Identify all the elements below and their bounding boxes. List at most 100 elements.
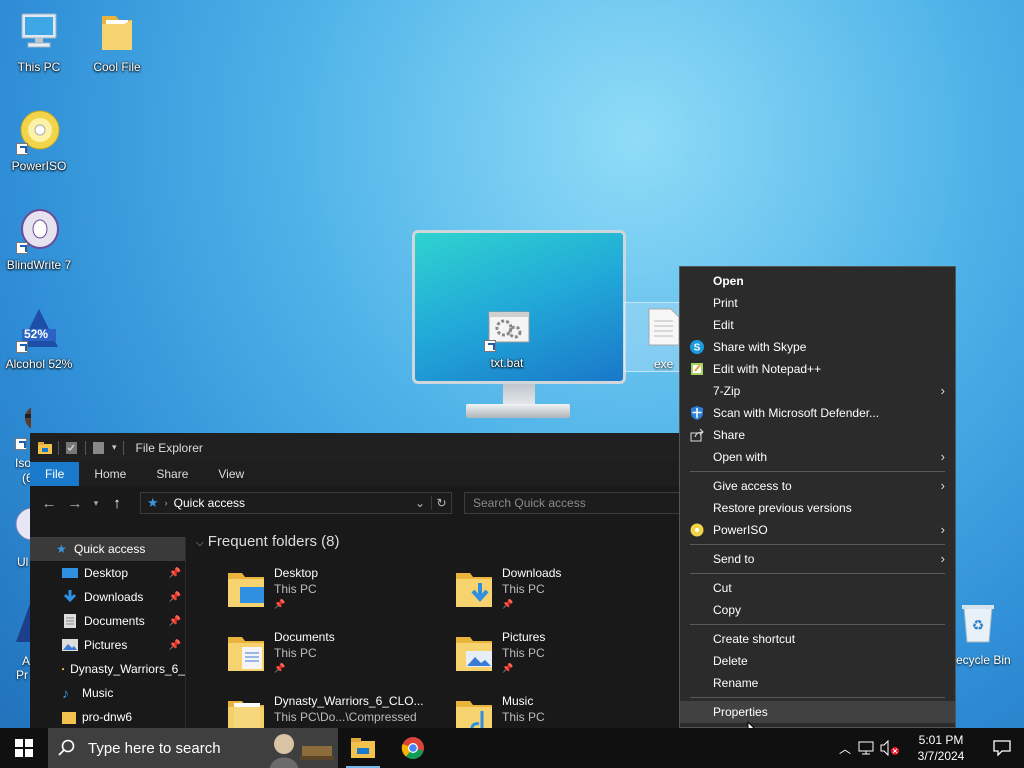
pin-icon[interactable]: 📌 (169, 616, 181, 627)
nav-item-desktop[interactable]: Desktop 📌 (30, 561, 185, 585)
nav-item-quick-access[interactable]: ★ Quick access (30, 537, 185, 561)
menu-item-rename[interactable]: Rename (680, 672, 955, 694)
folder-tile-downloads[interactable]: Downloads This PC 📌 (454, 565, 674, 623)
tab-file[interactable]: File (30, 462, 80, 486)
nav-item-pictures[interactable]: Pictures 📌 (30, 633, 185, 657)
volume-muted-icon[interactable] (878, 740, 902, 756)
start-button[interactable] (0, 728, 48, 768)
desktop-icon-this-pc[interactable]: This PC (1, 10, 77, 74)
title-bar[interactable]: ▾ File Explorer (30, 433, 680, 462)
desktop-icon-partial-1[interactable] (1, 404, 31, 450)
folder-location: This PC (274, 646, 317, 660)
menu-item-cut[interactable]: Cut (680, 577, 955, 599)
refresh-icon[interactable]: ↻ (431, 496, 451, 510)
back-icon[interactable]: ← (38, 492, 60, 514)
menu-item-label: Copy (713, 603, 742, 617)
network-icon[interactable] (856, 740, 878, 756)
desktop-icon-alcohol[interactable]: 52% Alcohol 52% (1, 307, 77, 371)
tab-home[interactable]: Home (79, 462, 141, 486)
search-highlight-image[interactable] (250, 728, 338, 768)
menu-item-edit-with-notepad-plus-plus[interactable]: Edit with Notepad++ (680, 358, 955, 380)
taskbar-file-explorer[interactable] (338, 728, 388, 768)
folder-icon (38, 441, 52, 454)
folder-icon (456, 701, 492, 728)
disc-icon (15, 507, 49, 541)
desktop-icon-exe[interactable]: exe (624, 302, 680, 372)
quick-access-toolbar-dropdown-icon[interactable]: ▾ (112, 442, 117, 453)
taskbar: Type here to search ︿ 5:01 PM 3/7/2024 (0, 728, 1024, 768)
nav-item-label: pro-dnw6 (82, 710, 133, 724)
desktop-icon-cool-file[interactable]: Cool File (79, 10, 155, 74)
address-bar[interactable]: ★ › Quick access ⌄ ↻ (140, 492, 452, 514)
menu-item-properties[interactable]: Properties (680, 701, 955, 723)
nav-item-pro-dnw6[interactable]: pro-dnw6 (30, 705, 185, 728)
desktop-icon-partial-2[interactable] (14, 506, 49, 546)
desktop-icon-partial-3[interactable] (14, 602, 30, 646)
pin-icon[interactable]: 📌 (169, 568, 181, 579)
menu-item-copy[interactable]: Copy (680, 599, 955, 621)
menu-item-print[interactable]: Print (680, 292, 955, 314)
nav-item-documents[interactable]: Documents 📌 (30, 609, 185, 633)
desktop-icon-blindwrite[interactable]: BlindWrite 7 (1, 208, 77, 272)
menu-item-label: Create shortcut (713, 632, 796, 646)
chevron-right-icon: › (940, 383, 945, 398)
desktop-icon-label: ecycle Bin (956, 653, 1011, 667)
taskbar-search-placeholder: Type here to search (88, 739, 221, 757)
frequent-folders-header[interactable]: ⌵ Frequent folders (8) (196, 533, 340, 550)
menu-item-create-shortcut[interactable]: Create shortcut (680, 628, 955, 650)
chevron-up-icon[interactable]: ︿ (834, 740, 856, 757)
folder-tile-pictures[interactable]: Pictures This PC 📌 (454, 629, 674, 687)
menu-item-share[interactable]: Share (680, 424, 955, 446)
shortcut-arrow-icon (16, 143, 28, 155)
folder-icon (62, 668, 65, 671)
search-input[interactable]: Search Quick access (464, 492, 680, 514)
tab-view[interactable]: View (203, 462, 259, 486)
desktop-icon (62, 568, 78, 578)
folder-tile-music[interactable]: Music This PC (454, 693, 674, 728)
menu-item-scan-with-defender[interactable]: Scan with Microsoft Defender... (680, 402, 955, 424)
nav-item-dynasty-warriors[interactable]: Dynasty_Warriors_6_ (30, 657, 185, 681)
menu-item-label: Share (713, 428, 746, 442)
star-icon: ★ (147, 495, 159, 510)
desktop-icon-recycle-bin[interactable]: ♻ ecycle Bin (956, 600, 1024, 670)
folder-icon (456, 637, 492, 671)
nav-item-music[interactable]: ♪ Music (30, 681, 185, 705)
up-icon[interactable]: ↑ (106, 492, 128, 514)
menu-item-poweriso[interactable]: PowerISO › (680, 519, 955, 541)
desktop-icon-txt-bat[interactable]: txt.bat (469, 310, 545, 370)
recent-locations-icon[interactable]: ▾ (90, 492, 102, 514)
menu-item-open[interactable]: Open (680, 270, 955, 292)
nav-item-label: Dynasty_Warriors_6_ (70, 662, 185, 676)
menu-item-edit[interactable]: Edit (680, 314, 955, 336)
menu-item-delete[interactable]: Delete (680, 650, 955, 672)
nav-item-downloads[interactable]: Downloads 📌 (30, 585, 185, 609)
menu-item-restore-previous-versions[interactable]: Restore previous versions (680, 497, 955, 519)
forward-icon[interactable]: → (64, 492, 86, 514)
app-icon (16, 604, 30, 642)
desktop-icon-poweriso[interactable]: PowerISO (1, 109, 77, 173)
menu-item-send-to[interactable]: Send to › (680, 548, 955, 570)
folder-tile-documents[interactable]: Documents This PC 📌 (226, 629, 446, 687)
desktop-icon-label: exe (654, 357, 674, 371)
action-center-button[interactable] (980, 728, 1024, 768)
folder-name: Pictures (502, 630, 546, 644)
menu-item-7-zip[interactable]: 7-Zip › (680, 380, 955, 402)
clock[interactable]: 5:01 PM 3/7/2024 (902, 732, 980, 764)
address-separator-icon[interactable]: › (165, 498, 168, 508)
taskbar-chrome[interactable] (388, 728, 438, 768)
new-folder-icon[interactable] (92, 441, 106, 454)
file-explorer-window[interactable]: ▾ File Explorer File Home Share View ← →… (30, 433, 680, 728)
folder-tile-dynasty-warriors[interactable]: Dynasty_Warriors_6_CLO... This PC\Do...\… (226, 693, 446, 728)
pin-icon[interactable]: 📌 (169, 640, 181, 651)
menu-item-share-with-skype[interactable]: S Share with Skype (680, 336, 955, 358)
chevron-right-icon: › (940, 478, 945, 493)
folder-tile-desktop[interactable]: Desktop This PC 📌 (226, 565, 446, 623)
taskbar-search-box[interactable]: Type here to search (48, 728, 250, 768)
tab-share[interactable]: Share (141, 462, 203, 486)
address-dropdown-icon[interactable]: ⌄ (415, 496, 425, 510)
pin-icon[interactable]: 📌 (169, 592, 181, 603)
menu-item-open-with[interactable]: Open with › (680, 446, 955, 468)
menu-item-label: Rename (713, 676, 759, 690)
menu-item-give-access-to[interactable]: Give access to › (680, 475, 955, 497)
properties-icon[interactable] (65, 441, 79, 454)
